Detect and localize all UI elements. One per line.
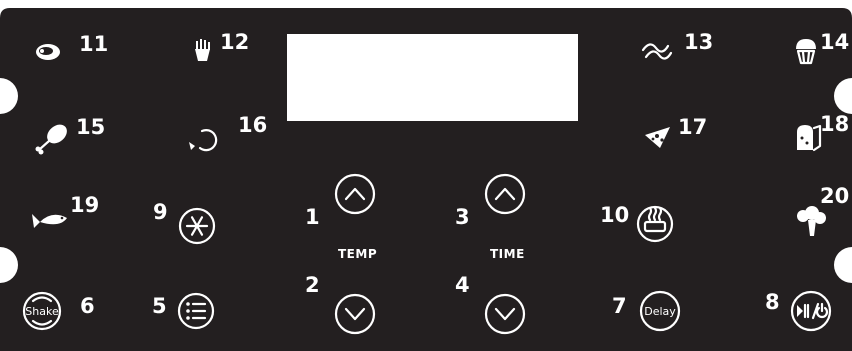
steak-icon	[36, 44, 60, 60]
preset-19-number: 19	[70, 193, 99, 217]
display-screen	[287, 34, 578, 121]
start-power-number: 8	[765, 290, 780, 314]
delay-label: Delay	[644, 305, 676, 318]
temp-down-number: 2	[305, 273, 320, 297]
time-down-number: 4	[455, 273, 470, 297]
defrost-number: 9	[153, 200, 168, 224]
preset-14-number: 14	[820, 30, 849, 54]
preset-17-number: 17	[678, 115, 707, 139]
shake-number: 6	[80, 294, 95, 318]
control-panel: 11 12 13 14 15 16 17 18 19 20 9 5 Shake …	[0, 8, 852, 351]
delay-number: 7	[612, 294, 627, 318]
preset-18-number: 18	[820, 112, 849, 136]
temp-caption: TEMP	[338, 247, 377, 261]
preset-11-number: 11	[79, 32, 108, 56]
preset-12-number: 12	[220, 30, 249, 54]
time-up-number: 3	[455, 205, 470, 229]
shake-label: Shake	[25, 305, 59, 318]
preset-13-number: 13	[684, 30, 713, 54]
menu-icon	[186, 302, 207, 320]
time-caption: TIME	[490, 247, 525, 261]
menu-number: 5	[152, 294, 167, 318]
preset-20-number: 20	[820, 184, 849, 208]
preset-15-number: 15	[76, 115, 105, 139]
temp-up-number: 1	[305, 205, 320, 229]
keep-warm-number: 10	[600, 203, 629, 227]
preset-16-number: 16	[238, 113, 267, 137]
